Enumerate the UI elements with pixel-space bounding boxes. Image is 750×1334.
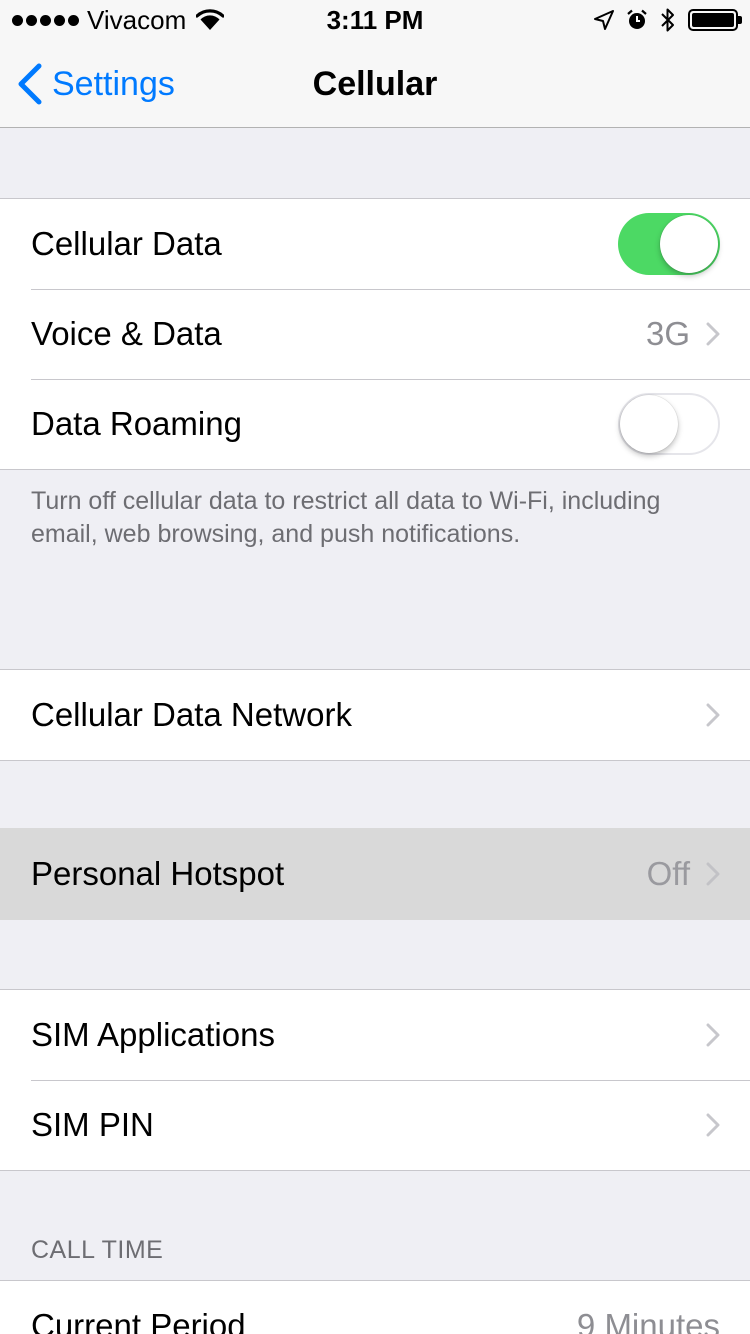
cellular-data-toggle[interactable] bbox=[618, 213, 720, 275]
chevron-right-icon bbox=[706, 862, 720, 886]
current-period-label: Current Period bbox=[31, 1307, 246, 1334]
cellular-data-row: Cellular Data bbox=[0, 199, 750, 289]
back-button[interactable]: Settings bbox=[16, 60, 175, 108]
screen: Vivacom 3:11 PM Cellular Settings Cellul… bbox=[0, 0, 750, 1334]
network-group: Cellular Data Network bbox=[0, 669, 750, 761]
call-time-section-header: CALL TIME bbox=[31, 1236, 164, 1264]
data-roaming-label: Data Roaming bbox=[31, 405, 242, 442]
chevron-right-icon bbox=[706, 1023, 720, 1047]
sim-group: SIM Applications SIM PIN bbox=[0, 989, 750, 1171]
location-arrow-icon bbox=[594, 10, 614, 30]
call-time-group: Current Period 9 Minutes bbox=[0, 1280, 750, 1334]
chevron-right-icon bbox=[706, 322, 720, 346]
battery-icon bbox=[688, 9, 742, 31]
back-button-label: Settings bbox=[52, 64, 175, 103]
sim-pin-row[interactable]: SIM PIN bbox=[0, 1080, 750, 1170]
cellular-data-network-label: Cellular Data Network bbox=[31, 696, 352, 733]
voice-data-row[interactable]: Voice & Data 3G bbox=[0, 289, 750, 379]
sim-applications-row[interactable]: SIM Applications bbox=[0, 990, 750, 1080]
voice-data-value: 3G bbox=[645, 315, 690, 352]
chevron-right-icon bbox=[706, 1113, 720, 1137]
hotspot-group: Personal Hotspot Off bbox=[0, 828, 750, 920]
voice-data-label: Voice & Data bbox=[31, 315, 222, 352]
cellular-data-label: Cellular Data bbox=[31, 225, 222, 262]
alarm-icon bbox=[627, 9, 647, 29]
sim-pin-label: SIM PIN bbox=[31, 1106, 154, 1143]
cellular-settings-group: Cellular Data Voice & Data 3G Data Roami… bbox=[0, 198, 750, 470]
cellular-data-footer-note: Turn off cellular data to restrict all d… bbox=[31, 487, 661, 548]
personal-hotspot-label: Personal Hotspot bbox=[31, 855, 285, 892]
chevron-right-icon bbox=[706, 703, 720, 727]
data-roaming-toggle[interactable] bbox=[618, 393, 720, 455]
status-bar: Vivacom 3:11 PM bbox=[0, 0, 750, 40]
personal-hotspot-value: Off bbox=[646, 855, 690, 892]
status-right bbox=[594, 6, 742, 34]
chevron-left-icon bbox=[18, 63, 42, 105]
cellular-data-network-row[interactable]: Cellular Data Network bbox=[0, 670, 750, 760]
current-period-value: 9 Minutes bbox=[576, 1307, 720, 1334]
sim-applications-label: SIM Applications bbox=[31, 1016, 275, 1053]
personal-hotspot-row[interactable]: Personal Hotspot Off bbox=[0, 829, 750, 919]
navigation-bar: Cellular Settings bbox=[0, 40, 750, 128]
current-period-row: Current Period 9 Minutes bbox=[0, 1281, 750, 1334]
data-roaming-row: Data Roaming bbox=[0, 379, 750, 469]
bluetooth-icon bbox=[661, 8, 674, 32]
